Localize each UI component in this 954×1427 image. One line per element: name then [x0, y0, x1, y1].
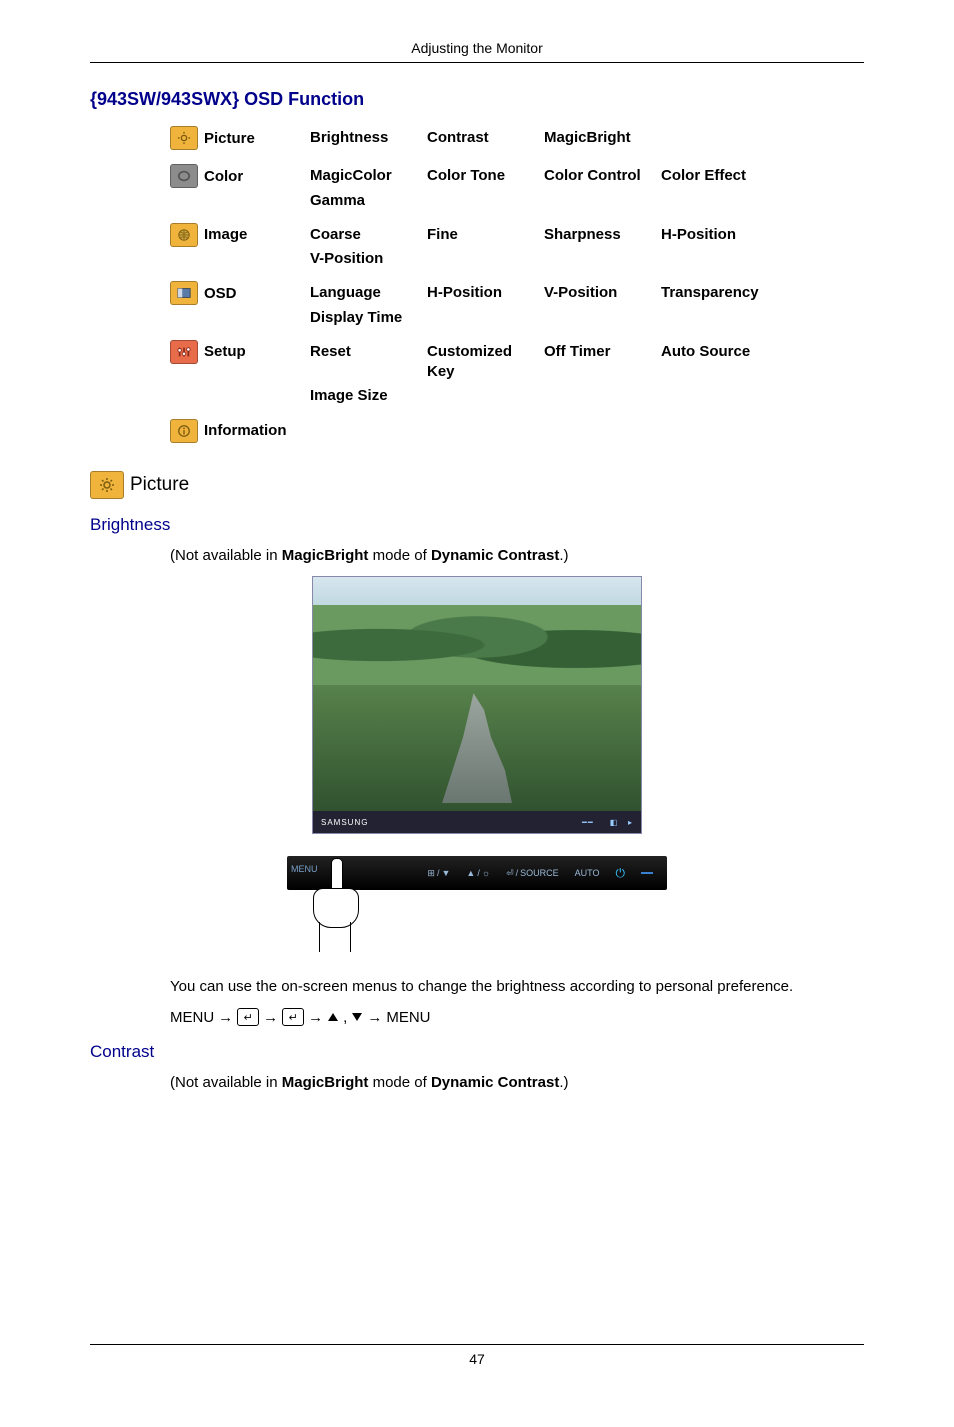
osd-item[interactable]: Reset: [310, 340, 427, 385]
down-arrow-icon: [352, 1013, 362, 1021]
osd-category-label[interactable]: Image: [204, 226, 247, 243]
osd-item[interactable]: Color Effect: [661, 164, 778, 188]
osd-item[interactable]: MagicBright: [544, 126, 661, 150]
osd-item[interactable]: Gamma: [310, 189, 427, 213]
osd-item[interactable]: H-Position: [427, 281, 544, 305]
enter-icon: ↵: [237, 1008, 259, 1026]
osd-item[interactable]: Contrast: [427, 126, 544, 150]
brightness-note: (Not available in MagicBright mode of Dy…: [170, 545, 864, 567]
globe-icon: [170, 223, 198, 247]
brightness-description: You can use the on-screen menus to chang…: [170, 976, 864, 998]
osd-item[interactable]: Sharpness: [544, 223, 661, 247]
ring-icon: [170, 164, 198, 188]
page-number: 47: [90, 1344, 864, 1367]
picture-heading-label: Picture: [130, 474, 189, 496]
osd-row-image: Image CoarseFineSharpnessH-Position V-Posi…: [170, 223, 864, 272]
osd-item[interactable]: Coarse: [310, 223, 427, 247]
contrast-title: Contrast: [90, 1042, 864, 1062]
osd-item[interactable]: MagicColor: [310, 164, 427, 188]
osd-function-table: PictureBrightnessContrastMagicBrightColo…: [170, 126, 864, 443]
page-header: Adjusting the Monitor: [90, 40, 864, 63]
sun-icon: [170, 126, 198, 150]
osd-row-information: Information: [170, 419, 864, 443]
osd-row-osd: OSD LanguageH-PositionV-PositionTranspare…: [170, 281, 864, 330]
picture-heading: Picture: [90, 471, 864, 499]
brightness-sample-image: SAMSUNG ━━ ◧ ▸: [312, 576, 642, 834]
osd-row-color: Color MagicColorColor ToneColor Con­trolC…: [170, 164, 864, 213]
osd-category-label[interactable]: Color: [204, 168, 243, 185]
osd-item: [310, 150, 427, 154]
osd-item[interactable]: Transparen­cy: [661, 281, 778, 305]
enter-icon: ↵: [282, 1008, 304, 1026]
sun-icon: [90, 471, 124, 499]
osd-item[interactable]: Off Timer: [544, 340, 661, 385]
osd-row-setup: Setup ResetCustomized KeyOff TimerAuto So…: [170, 340, 864, 409]
osd-category-label[interactable]: Information: [204, 422, 287, 439]
osd-item[interactable]: Auto Source: [661, 340, 778, 385]
osd-item[interactable]: Brightness: [310, 126, 427, 150]
osd-row-picture: Picture BrightnessContrastMagicBright: [170, 126, 864, 154]
osd-function-title: {943SW/943SWX} OSD Function: [90, 89, 864, 110]
osd-item[interactable]: Image Size: [310, 384, 427, 408]
osd-category-label[interactable]: OSD: [204, 285, 237, 302]
osd-item[interactable]: V-Position: [310, 247, 427, 271]
osd-item[interactable]: Color Tone: [427, 164, 544, 188]
osd-item: [661, 126, 778, 150]
sliders-icon: [170, 340, 198, 364]
info-icon: [170, 419, 198, 443]
contrast-note: (Not available in MagicBright mode of Dy…: [170, 1072, 864, 1094]
osd-category-label[interactable]: Setup: [204, 343, 246, 360]
brightness-title: Brightness: [90, 515, 864, 535]
hand-press-icon: MENU: [307, 858, 367, 948]
osd-item[interactable]: H-Position: [661, 223, 778, 247]
osd-item[interactable]: Display Time: [310, 306, 427, 330]
osd-item[interactable]: V-Position: [544, 281, 661, 305]
power-icon: ⏻: [616, 866, 626, 881]
photo-brand-label: SAMSUNG: [321, 818, 368, 827]
osd-item[interactable]: Customized Key: [427, 340, 544, 385]
brightness-menu-sequence: MENU → ↵ → ↵ → , → MENU: [170, 1008, 864, 1026]
osd-item[interactable]: Fine: [427, 223, 544, 247]
osd-item[interactable]: Color Con­trol: [544, 164, 661, 188]
rect-icon: [170, 281, 198, 305]
up-arrow-icon: [328, 1013, 338, 1021]
osd-item[interactable]: Language: [310, 281, 427, 305]
osd-category-label[interactable]: Picture: [204, 130, 255, 147]
monitor-buttons-image: ⊞/▼ ▲/☼ ⏎/SOURCE AUTO ⏻ MENU: [287, 850, 667, 960]
